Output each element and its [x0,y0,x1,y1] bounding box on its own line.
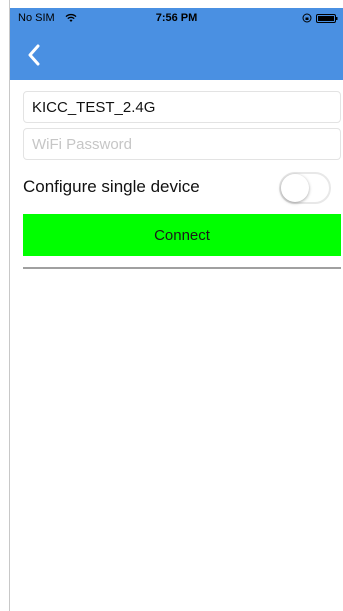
nav-header: No SIM 7:56 PM [10,8,343,80]
wifi-ssid-field[interactable] [23,91,341,123]
clock-time: 7:56 PM [155,12,198,24]
battery-icon [316,14,338,23]
divider [23,267,341,269]
connect-button[interactable]: Connect [23,214,341,256]
back-button[interactable] [20,40,48,70]
chevron-left-icon [28,44,40,66]
single-device-toggle[interactable] [279,172,331,204]
single-device-label: Configure single device [23,177,200,196]
connect-button-label: Connect [154,226,210,244]
status-bar: No SIM 7:56 PM [10,8,343,28]
frame-edge [9,0,10,611]
toggle-knob [281,174,309,202]
rotation-lock-icon [302,13,312,23]
wifi-password-field[interactable] [23,128,341,160]
